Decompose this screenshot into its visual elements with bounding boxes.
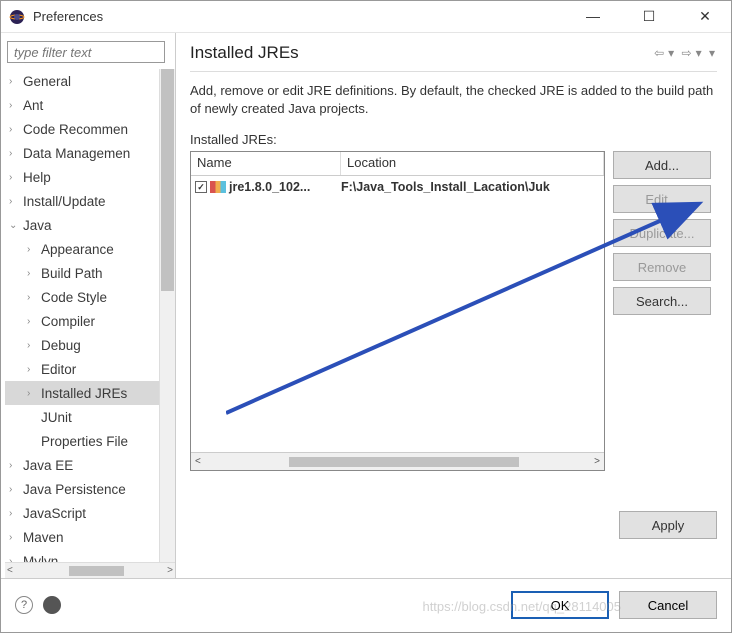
table-row[interactable]: ✓ jre1.8.0_102... F:\Java_Tools_Install_La…: [191, 176, 604, 198]
twisty-icon[interactable]: ›: [9, 100, 23, 111]
tree-item-label: Code Recommen: [23, 122, 128, 137]
twisty-icon[interactable]: ›: [9, 76, 23, 87]
close-button[interactable]: ✕: [687, 8, 723, 25]
apply-button[interactable]: Apply: [619, 511, 717, 539]
tree-item-label: General: [23, 74, 71, 89]
twisty-icon[interactable]: ›: [9, 532, 23, 543]
tree-item-label: Ant: [23, 98, 43, 113]
twisty-icon[interactable]: ›: [27, 292, 41, 303]
tree-item-label: Java EE: [23, 458, 73, 473]
tree-item-label: Installed JREs: [41, 386, 127, 401]
tree-item[interactable]: ›Appearance: [5, 237, 175, 261]
maximize-button[interactable]: ☐: [631, 8, 667, 25]
watermark: https://blog.csdn.net/qq_28114005: [422, 599, 621, 614]
tree-item[interactable]: Properties File: [5, 429, 175, 453]
tree-item-label: Install/Update: [23, 194, 106, 209]
tree-item[interactable]: ›Java EE: [5, 453, 175, 477]
twisty-icon[interactable]: ›: [27, 364, 41, 375]
tree-item-label: Help: [23, 170, 51, 185]
tree-item[interactable]: ›Java Persistence: [5, 477, 175, 501]
tree-item[interactable]: ›Code Recommen: [5, 117, 175, 141]
twisty-icon[interactable]: ›: [27, 388, 41, 399]
twisty-icon[interactable]: ›: [9, 124, 23, 135]
forward-icon[interactable]: ⇨: [682, 46, 692, 60]
tree-item[interactable]: ›General: [5, 69, 175, 93]
twisty-icon[interactable]: ›: [27, 244, 41, 255]
tree-item[interactable]: ›Maven: [5, 525, 175, 549]
tree-item-label: Build Path: [41, 266, 103, 281]
tree-item[interactable]: ›JavaScript: [5, 501, 175, 525]
twisty-icon[interactable]: ›: [9, 484, 23, 495]
tree-item[interactable]: ›Editor: [5, 357, 175, 381]
tree-item-label: Debug: [41, 338, 81, 353]
tree-item[interactable]: ›Code Style: [5, 285, 175, 309]
tree-item-label: Java Persistence: [23, 482, 126, 497]
tree-item-label: Compiler: [41, 314, 95, 329]
tree-item-label: Maven: [23, 530, 64, 545]
minimize-button[interactable]: —: [575, 8, 611, 25]
edit-button[interactable]: Edit...: [613, 185, 711, 213]
row-location: F:\Java_Tools_Install_Lacation\Juk: [341, 180, 600, 194]
tree-item[interactable]: ›Data Managemen: [5, 141, 175, 165]
add-button[interactable]: Add...: [613, 151, 711, 179]
tree-item-label: Code Style: [41, 290, 107, 305]
window-title: Preferences: [33, 9, 575, 24]
dialog-footer: ? OK Cancel: [1, 579, 731, 631]
tree-item[interactable]: ›Ant: [5, 93, 175, 117]
twisty-icon[interactable]: ›: [27, 268, 41, 279]
twisty-icon[interactable]: ›: [9, 172, 23, 183]
tree-item-label: Properties File: [41, 434, 128, 449]
row-name: jre1.8.0_102...: [229, 180, 310, 194]
twisty-icon[interactable]: ›: [9, 196, 23, 207]
tree-item[interactable]: ›Compiler: [5, 309, 175, 333]
help-icon[interactable]: ?: [15, 596, 33, 614]
remove-button[interactable]: Remove: [613, 253, 711, 281]
tree-item-label: Data Managemen: [23, 146, 130, 161]
twisty-icon[interactable]: ›: [27, 340, 41, 351]
tree-item[interactable]: ›Help: [5, 165, 175, 189]
tree-item-label: Editor: [41, 362, 76, 377]
jre-icon: [210, 181, 226, 193]
jre-table[interactable]: Name Location ✓ jre1.8.0_102... F:\Java_To…: [190, 151, 605, 471]
table-hscrollbar[interactable]: <>: [191, 452, 604, 470]
preferences-tree[interactable]: ›General›Ant›Code Recommen›Data Manageme…: [5, 69, 175, 562]
back-icon[interactable]: ⇦: [654, 46, 664, 60]
preferences-sidebar: ›General›Ant›Code Recommen›Data Manageme…: [1, 33, 176, 578]
record-icon[interactable]: [43, 596, 61, 614]
row-checkbox[interactable]: ✓: [195, 181, 207, 193]
tree-item-label: Java: [23, 218, 52, 233]
eclipse-icon: [9, 9, 25, 25]
duplicate-button[interactable]: Duplicate...: [613, 219, 711, 247]
tree-item[interactable]: ›Mylyn: [5, 549, 175, 562]
tree-item-label: JavaScript: [23, 506, 86, 521]
tree-hscrollbar[interactable]: <>: [5, 562, 175, 578]
tree-item-label: JUnit: [41, 410, 72, 425]
cancel-button[interactable]: Cancel: [619, 591, 717, 619]
filter-input[interactable]: [7, 41, 165, 63]
col-location[interactable]: Location: [341, 152, 604, 175]
content-area: Installed JREs ⇦▾ ⇨▾ ▾ Add, remove or ed…: [176, 33, 731, 578]
twisty-icon[interactable]: ›: [9, 508, 23, 519]
page-heading: Installed JREs: [190, 43, 299, 63]
tree-item-label: Appearance: [41, 242, 114, 257]
titlebar: Preferences — ☐ ✕: [1, 1, 731, 33]
tree-item[interactable]: ›Installed JREs: [5, 381, 175, 405]
tree-item-label: Mylyn: [23, 554, 58, 563]
twisty-icon[interactable]: ›: [9, 460, 23, 471]
twisty-icon[interactable]: ›: [27, 316, 41, 327]
twisty-icon[interactable]: ⌄: [9, 220, 23, 231]
tree-vscrollbar[interactable]: [159, 69, 175, 562]
search-button[interactable]: Search...: [613, 287, 711, 315]
nav-history[interactable]: ⇦▾ ⇨▾ ▾: [652, 46, 717, 60]
twisty-icon[interactable]: ›: [9, 148, 23, 159]
col-name[interactable]: Name: [191, 152, 341, 175]
tree-item[interactable]: ›Debug: [5, 333, 175, 357]
tree-item[interactable]: ›Install/Update: [5, 189, 175, 213]
twisty-icon[interactable]: ›: [9, 556, 23, 563]
page-description: Add, remove or edit JRE definitions. By …: [190, 82, 717, 118]
tree-item[interactable]: JUnit: [5, 405, 175, 429]
table-label: Installed JREs:: [190, 132, 717, 147]
tree-item[interactable]: ›Build Path: [5, 261, 175, 285]
tree-item[interactable]: ⌄Java: [5, 213, 175, 237]
